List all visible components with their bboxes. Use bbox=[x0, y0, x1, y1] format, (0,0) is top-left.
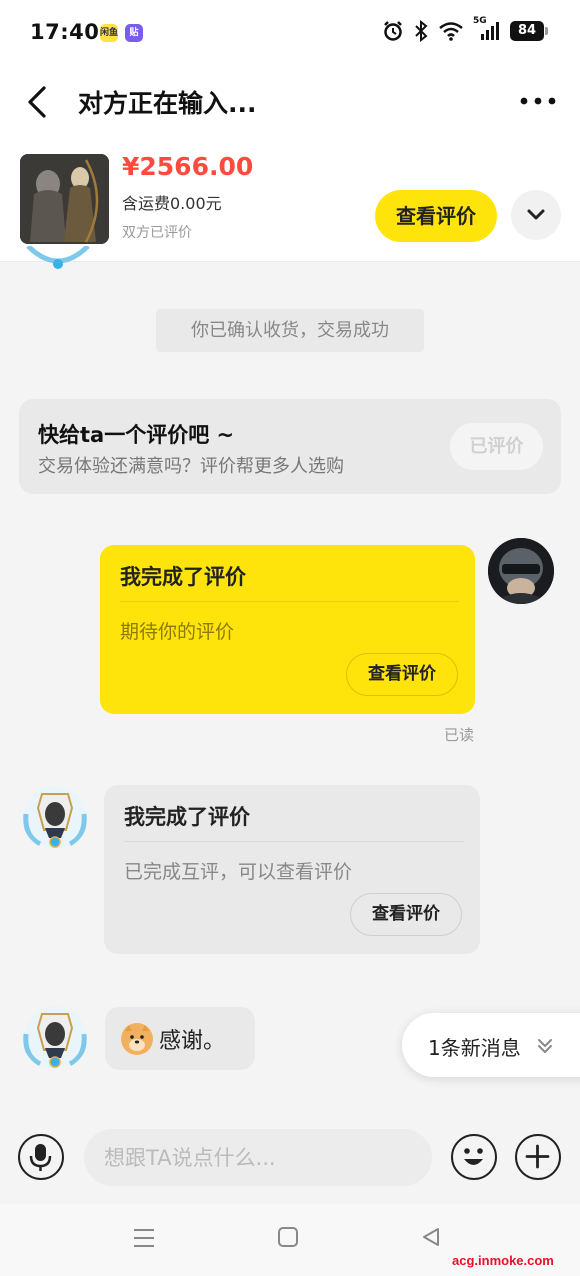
product-card[interactable]: ¥2566.00 含运费0.00元 双方已评价 查看评价 bbox=[0, 138, 580, 262]
other-avatar[interactable] bbox=[22, 784, 88, 850]
back-arrow-icon[interactable] bbox=[24, 82, 54, 122]
review-prompt-card: 快给ta一个评价吧 ~ 交易体验还满意吗？评价帮更多人选购 已评价 bbox=[19, 399, 561, 494]
my-review-description: 期待你的评价 bbox=[120, 621, 235, 643]
my-view-review-button[interactable]: 查看评价 bbox=[346, 653, 458, 696]
new-message-notice[interactable]: 1条新消息 bbox=[402, 1013, 580, 1077]
other-view-review-button[interactable]: 查看评价 bbox=[350, 893, 462, 936]
smiley-icon bbox=[464, 1148, 483, 1165]
menu-icon[interactable] bbox=[132, 1226, 156, 1250]
partial-avatar bbox=[22, 246, 94, 272]
read-status: 已读 bbox=[444, 726, 475, 744]
alarm-icon bbox=[384, 21, 402, 41]
other-review-description: 已完成互评，可以查看评价 bbox=[124, 861, 353, 883]
system-message: 你已确认收货，交易成功 bbox=[156, 309, 424, 352]
chat-screen: 17:40 闲鱼 贴 5G 84 对方正在输入... ¥2566.00 含运费0… bbox=[0, 0, 580, 1276]
doge-emoji-icon bbox=[121, 1023, 153, 1055]
product-price: ¥2566.00 bbox=[122, 152, 254, 181]
my-review-card[interactable]: 我完成了评价 期待你的评价 查看评价 bbox=[100, 545, 475, 714]
thanks-message-text: 感谢。 bbox=[159, 1029, 226, 1054]
status-bar: 17:40 闲鱼 贴 5G 84 bbox=[0, 0, 580, 68]
wifi-icon bbox=[439, 22, 463, 41]
bluetooth-icon bbox=[415, 20, 428, 42]
shipping-fee: 含运费0.00元 bbox=[122, 194, 222, 213]
home-icon[interactable] bbox=[277, 1226, 299, 1248]
emoji-button[interactable] bbox=[451, 1134, 497, 1180]
product-image[interactable] bbox=[20, 154, 109, 244]
input-bar bbox=[0, 1112, 580, 1204]
more-options-icon[interactable] bbox=[518, 86, 558, 116]
back-triangle-icon[interactable] bbox=[420, 1226, 442, 1248]
view-review-button[interactable]: 查看评价 bbox=[375, 190, 497, 242]
network-type: 5G bbox=[473, 16, 487, 26]
tieba-app-icon: 贴 bbox=[125, 24, 143, 42]
more-actions-button[interactable] bbox=[515, 1134, 561, 1180]
divider bbox=[120, 601, 459, 602]
nav-bar: 对方正在输入... bbox=[0, 68, 580, 138]
chevron-down-icon bbox=[527, 209, 545, 220]
status-time: 17:40 bbox=[30, 20, 100, 44]
review-status: 双方已评价 bbox=[122, 225, 192, 241]
page-title: 对方正在输入... bbox=[78, 89, 257, 118]
my-review-title: 我完成了评价 bbox=[120, 565, 246, 589]
thanks-message-bubble[interactable]: 感谢。 bbox=[105, 1007, 255, 1070]
expand-button[interactable] bbox=[511, 190, 561, 240]
xianyu-app-icon: 闲鱼 bbox=[100, 24, 118, 42]
double-chevron-down-icon bbox=[538, 1039, 552, 1053]
battery-indicator: 84 bbox=[510, 21, 548, 41]
other-review-title: 我完成了评价 bbox=[124, 805, 250, 829]
voice-button[interactable] bbox=[18, 1134, 64, 1180]
reviewed-button[interactable]: 已评价 bbox=[450, 423, 543, 470]
other-avatar[interactable] bbox=[22, 1004, 88, 1070]
my-avatar[interactable] bbox=[488, 538, 554, 604]
microphone-icon bbox=[29, 1144, 52, 1171]
review-prompt-description: 交易体验还满意吗？评价帮更多人选购 bbox=[38, 456, 344, 477]
plus-icon bbox=[525, 1144, 550, 1169]
message-input[interactable] bbox=[84, 1129, 432, 1186]
review-prompt-title: 快给ta一个评价吧 ~ bbox=[38, 423, 235, 447]
cellular-signal-icon: 5G bbox=[473, 16, 501, 42]
status-icons: 5G 84 bbox=[382, 16, 548, 42]
watermark: acg.inmoke.com bbox=[452, 1253, 554, 1268]
divider bbox=[124, 841, 464, 842]
new-message-text: 1条新消息 bbox=[428, 1036, 521, 1060]
other-review-card[interactable]: 我完成了评价 已完成互评，可以查看评价 查看评价 bbox=[104, 785, 480, 954]
